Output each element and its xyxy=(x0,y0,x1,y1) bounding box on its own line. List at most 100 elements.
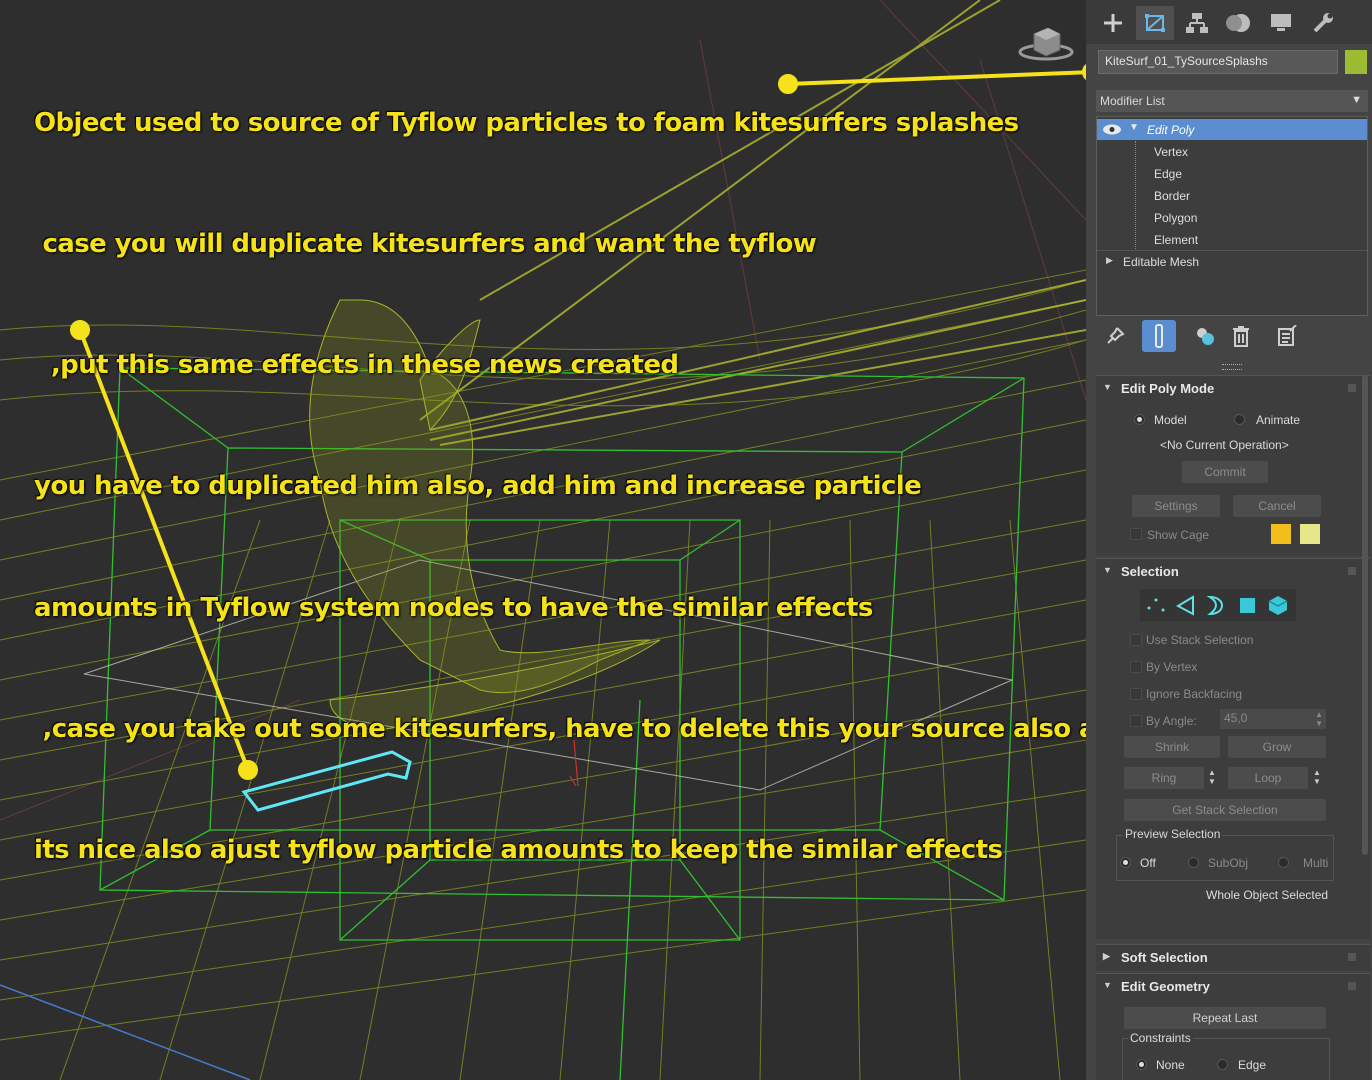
vertex-mode-icon[interactable] xyxy=(1144,594,1168,616)
rollout-selection: ▼ Selection Use Stack Selection By Verte… xyxy=(1096,558,1370,939)
create-tab[interactable] xyxy=(1094,6,1132,40)
preview-subobj-radio[interactable] xyxy=(1188,857,1199,868)
loop-spinner-icon[interactable]: ▲ ▼ xyxy=(1313,768,1321,786)
annotation-line: ,put this same effects in these news cre… xyxy=(34,350,679,381)
ring-button[interactable]: Ring xyxy=(1124,767,1204,789)
stack-subitem-label: Vertex xyxy=(1154,145,1189,159)
expand-arrow-icon: ▶ xyxy=(1103,951,1110,961)
by-angle-checkbox[interactable] xyxy=(1130,715,1142,727)
constraint-none-radio[interactable] xyxy=(1136,1059,1147,1070)
angle-spinner[interactable]: 45,0 ▲ ▼ xyxy=(1220,709,1326,729)
hierarchy-tab[interactable] xyxy=(1178,6,1216,40)
object-color-swatch[interactable] xyxy=(1345,50,1367,74)
spinner-arrows-icon[interactable]: ▲ ▼ xyxy=(1315,710,1323,728)
loop-button[interactable]: Loop xyxy=(1228,767,1308,789)
panel-resize-grip[interactable] xyxy=(1222,364,1242,370)
element-mode-icon[interactable] xyxy=(1266,594,1290,616)
ring-spinner-icon[interactable]: ▲ ▼ xyxy=(1208,768,1216,786)
collapse-arrow-icon: ▼ xyxy=(1103,565,1112,575)
pin-stack-button[interactable] xyxy=(1098,320,1132,352)
preview-multi-label: Multi xyxy=(1303,856,1329,870)
by-vertex-checkbox[interactable] xyxy=(1130,661,1142,673)
model-label: Model xyxy=(1154,413,1187,427)
edge-mode-icon[interactable] xyxy=(1174,594,1198,616)
motion-icon xyxy=(1226,14,1250,32)
subobject-level-bar xyxy=(1140,589,1296,621)
cancel-button[interactable]: Cancel xyxy=(1233,495,1321,517)
show-end-result-button[interactable] xyxy=(1142,320,1176,352)
modifier-list-dropdown[interactable]: Modifier List ▼ xyxy=(1096,90,1368,112)
annotation-text: Object used to source of Tyflow particle… xyxy=(34,22,1086,951)
remove-modifier-button[interactable] xyxy=(1224,320,1258,352)
stack-subitem-border[interactable]: Border xyxy=(1097,185,1367,206)
display-tab[interactable] xyxy=(1262,6,1300,40)
selection-status-text: Whole Object Selected xyxy=(1206,888,1329,902)
rollout-pin-icon[interactable] xyxy=(1348,567,1356,575)
end-result-icon xyxy=(1155,324,1163,348)
rollout-title: Soft Selection xyxy=(1121,950,1208,965)
repeat-last-button[interactable]: Repeat Last xyxy=(1124,1007,1326,1029)
stack-subitem-label: Polygon xyxy=(1154,211,1198,225)
rollout-pin-icon[interactable] xyxy=(1348,982,1356,990)
show-cage-checkbox[interactable] xyxy=(1130,528,1142,540)
animate-radio[interactable] xyxy=(1234,414,1245,425)
object-name-field[interactable]: KiteSurf_01_TySourceSplashs xyxy=(1098,50,1338,74)
expand-arrow-icon[interactable]: ▼ xyxy=(1129,122,1139,133)
preview-multi-radio[interactable] xyxy=(1278,857,1289,868)
modify-tab[interactable] xyxy=(1136,6,1174,40)
rollout-header[interactable]: ▼ Edit Geometry xyxy=(1096,974,1370,998)
cage-color-swatch-2[interactable] xyxy=(1300,524,1320,544)
settings-button[interactable]: Settings xyxy=(1132,495,1220,517)
current-operation-label: <No Current Operation> xyxy=(1160,438,1289,452)
rollout-pin-icon[interactable] xyxy=(1348,953,1356,961)
border-mode-icon[interactable] xyxy=(1204,594,1228,616)
annotation-line: its nice also ajust tyflow particle amou… xyxy=(34,835,1003,866)
configure-icon xyxy=(1278,325,1297,346)
shrink-button[interactable]: Shrink xyxy=(1124,736,1220,758)
rollout-pin-icon[interactable] xyxy=(1348,384,1356,392)
stack-subitem-element[interactable]: Element xyxy=(1097,229,1367,250)
ignore-backfacing-checkbox[interactable] xyxy=(1130,688,1142,700)
eye-icon[interactable] xyxy=(1102,123,1122,136)
rollout-title: Edit Geometry xyxy=(1121,979,1210,994)
grow-button[interactable]: Grow xyxy=(1228,736,1326,758)
chevron-down-icon: ▼ xyxy=(1351,94,1362,106)
preview-off-label: Off xyxy=(1140,856,1156,870)
motion-tab[interactable] xyxy=(1220,6,1258,40)
chevron-right-icon[interactable]: ▶ xyxy=(1106,255,1113,266)
stack-subitem-edge[interactable]: Edge xyxy=(1097,163,1367,184)
constraint-edge-label: Edge xyxy=(1238,1058,1267,1072)
modifier-list-label: Modifier List xyxy=(1100,94,1165,108)
stack-item-edit-poly[interactable]: ▼ Edit Poly xyxy=(1097,119,1367,140)
stack-subitem-label: Edge xyxy=(1154,167,1183,181)
rollout-header[interactable]: ▼ Edit Poly Mode xyxy=(1096,376,1370,400)
preview-selection-title: Preview Selection xyxy=(1123,827,1223,841)
constraint-edge-radio[interactable] xyxy=(1217,1059,1228,1070)
polygon-mode-icon[interactable] xyxy=(1236,594,1260,616)
cage-color-swatch-1[interactable] xyxy=(1271,524,1291,544)
by-angle-label: By Angle: xyxy=(1146,714,1197,728)
modifier-stack: ▼ Edit Poly Vertex Edge Border Polygon E… xyxy=(1096,116,1368,316)
by-vertex-label: By Vertex xyxy=(1146,660,1198,674)
annotation-line: case you will duplicate kitesurfers and … xyxy=(34,229,817,260)
utilities-tab[interactable] xyxy=(1304,6,1342,40)
constraints-title: Constraints xyxy=(1128,1031,1193,1045)
make-unique-button[interactable] xyxy=(1188,320,1222,352)
plus-icon xyxy=(1104,14,1122,32)
configure-modifier-sets-button[interactable] xyxy=(1270,320,1304,352)
stack-subitem-vertex[interactable]: Vertex xyxy=(1097,141,1367,162)
rollout-header[interactable]: ▶ Soft Selection xyxy=(1096,945,1370,969)
model-radio[interactable] xyxy=(1134,414,1145,425)
preview-off-radio[interactable] xyxy=(1120,857,1131,868)
stack-item-editable-mesh[interactable]: ▶ Editable Mesh xyxy=(1097,250,1367,272)
animate-label: Animate xyxy=(1256,413,1301,427)
rollout-soft-selection: ▶ Soft Selection xyxy=(1096,944,1370,971)
use-stack-selection-checkbox[interactable] xyxy=(1130,634,1142,646)
get-stack-selection-button[interactable]: Get Stack Selection xyxy=(1124,799,1326,821)
collapse-arrow-icon: ▼ xyxy=(1103,382,1112,392)
commit-button[interactable]: Commit xyxy=(1182,461,1268,483)
stack-subitem-polygon[interactable]: Polygon xyxy=(1097,207,1367,228)
viewport[interactable]: Object used to source of Tyflow particle… xyxy=(0,0,1086,1080)
panel-scrollbar[interactable] xyxy=(1362,375,1368,855)
rollout-header[interactable]: ▼ Selection xyxy=(1096,559,1370,583)
